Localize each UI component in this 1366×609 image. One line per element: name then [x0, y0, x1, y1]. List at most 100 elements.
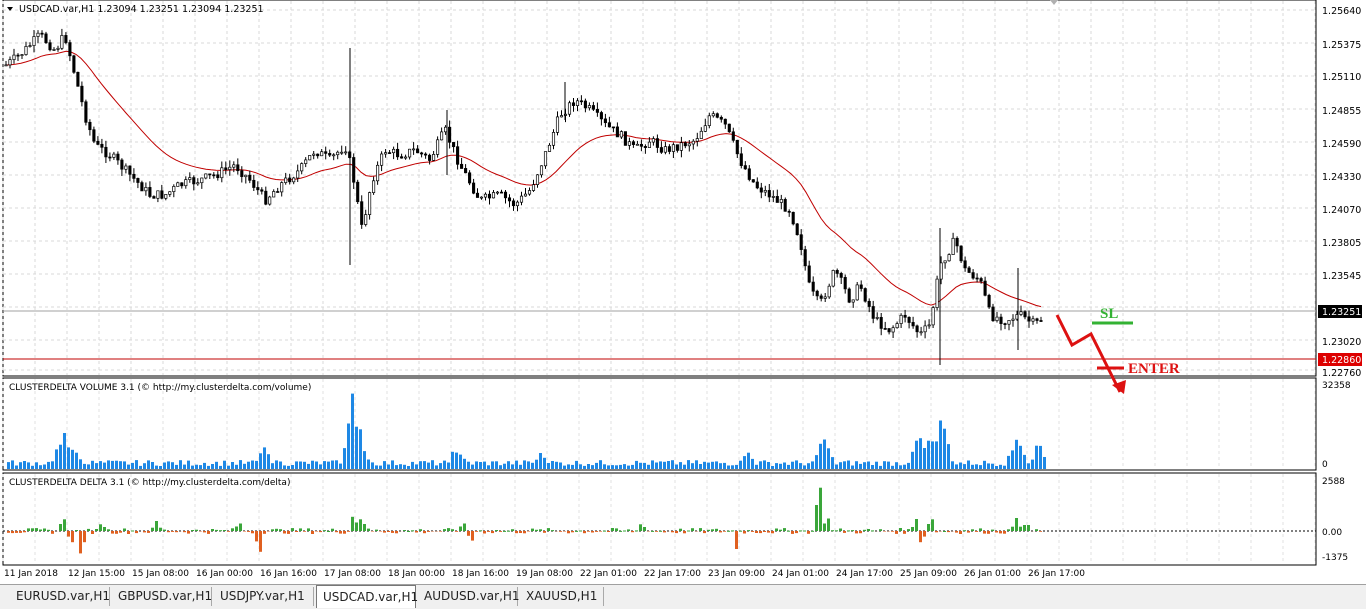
candle-body: [157, 191, 159, 199]
price-label: 1.24070: [1322, 205, 1361, 216]
volume-bar: [659, 461, 662, 469]
delta-bar-positive: [327, 531, 330, 532]
volume-bar: [95, 463, 98, 469]
volume-bar: [455, 453, 458, 469]
volume-bar: [567, 464, 570, 469]
volume-bar: [143, 463, 146, 469]
main-chart-title: USDCAD.var,H1 1.23094 1.23251 1.23094 1.…: [19, 4, 264, 15]
volume-bar: [759, 461, 762, 469]
tab-xauusd[interactable]: XAUUSD,H1: [520, 587, 604, 606]
volume-bar: [903, 465, 906, 469]
candle-body: [149, 187, 151, 196]
candle-body: [768, 190, 770, 197]
candle-body: [193, 178, 195, 184]
main-chart-panel[interactable]: [3, 0, 1316, 376]
delta-bar-positive: [495, 530, 498, 531]
candle-body: [808, 266, 810, 282]
candle-body: [333, 155, 335, 156]
candle-body: [245, 175, 247, 177]
candle-body: [456, 147, 458, 165]
volume-bar: [287, 466, 290, 469]
volume-bar: [743, 456, 746, 469]
volume-bar: [311, 461, 314, 469]
delta-bar-positive: [375, 530, 378, 531]
delta-bar-positive: [359, 519, 362, 531]
delta-bar-positive: [803, 531, 806, 532]
delta-bar-positive: [991, 530, 994, 531]
candle-body: [325, 152, 327, 154]
volume-bar: [183, 465, 186, 469]
candle-body: [796, 224, 798, 235]
delta-bar-positive: [579, 531, 582, 532]
tab-usdjpy[interactable]: USDJPY.var,H1: [214, 587, 314, 606]
candle-body: [1040, 321, 1042, 322]
candle-body: [968, 268, 970, 273]
candle-body: [500, 192, 502, 193]
tab-audusd[interactable]: AUDUSD.var,H1: [418, 587, 518, 606]
candle-body: [233, 165, 235, 167]
volume-bar: [27, 462, 30, 469]
volume-bar: [979, 465, 982, 469]
delta-bar-negative: [763, 531, 766, 532]
candle-body: [804, 250, 806, 266]
candle-body: [732, 132, 734, 141]
tab-gbpusd[interactable]: GBPUSD.var,H1: [112, 587, 212, 606]
volume-bar: [479, 462, 482, 469]
delta-bar-positive: [931, 519, 934, 531]
delta-bar-negative: [807, 531, 810, 534]
delta-bar-negative: [415, 531, 418, 533]
volume-bar: [715, 461, 718, 469]
volume-bar: [159, 466, 162, 469]
candle-body: [173, 186, 175, 191]
candle-body: [864, 289, 866, 302]
volume-bar: [611, 465, 614, 469]
volume-bar: [83, 464, 86, 469]
delta-bar-positive: [979, 528, 982, 531]
candle-body: [708, 116, 710, 126]
candle-body: [201, 178, 203, 183]
candle-body: [49, 43, 51, 50]
volume-bar: [291, 465, 294, 469]
candle-body: [824, 297, 826, 299]
volume-bar: [635, 461, 638, 469]
volume-bar: [63, 433, 66, 469]
price-label: 1.25110: [1322, 72, 1361, 83]
volume-bar: [359, 429, 362, 469]
candle-body: [528, 191, 530, 195]
candle-body: [740, 154, 742, 166]
delta-bar-positive: [223, 530, 226, 531]
candle-body: [341, 152, 343, 153]
volume-bar: [867, 462, 870, 470]
volume-bar: [467, 462, 470, 469]
volume-bar: [231, 462, 234, 469]
volume-bar: [239, 460, 242, 469]
tab-usdcad[interactable]: USDCAD.var,H1: [316, 585, 416, 608]
tab-eurusd[interactable]: EURUSD.var,H1: [10, 587, 110, 606]
delta-bar-negative: [255, 531, 258, 541]
delta-bar-negative: [967, 531, 970, 533]
volume-bar: [1003, 466, 1006, 469]
volume-bar: [7, 462, 10, 469]
volume-bar: [119, 461, 122, 469]
delta-bar-positive: [99, 524, 102, 531]
volume-bar: [47, 462, 50, 469]
delta-bar-negative: [19, 531, 22, 533]
volume-bar: [103, 463, 106, 469]
delta-bar-negative: [287, 531, 290, 534]
delta-bar-negative: [7, 531, 10, 533]
candle-body: [616, 127, 618, 137]
volume-bar: [219, 466, 222, 469]
chart-canvas[interactable]: USDCAD.var,H1 1.23094 1.23251 1.23094 1.…: [0, 0, 1366, 582]
delta-bar-negative: [591, 531, 594, 533]
delta-bar-positive: [1015, 518, 1018, 531]
volume-bar: [835, 465, 838, 470]
sl-label: SL: [1100, 306, 1118, 322]
delta-bar-positive: [47, 530, 50, 531]
delta-bar-positive: [811, 531, 814, 532]
volume-bar: [503, 464, 506, 469]
delta-min-label: -1375: [1322, 553, 1348, 563]
delta-bar-positive: [863, 530, 866, 531]
delta-bar-negative: [51, 531, 54, 534]
volume-bar: [847, 461, 850, 470]
candle-body: [820, 296, 822, 299]
